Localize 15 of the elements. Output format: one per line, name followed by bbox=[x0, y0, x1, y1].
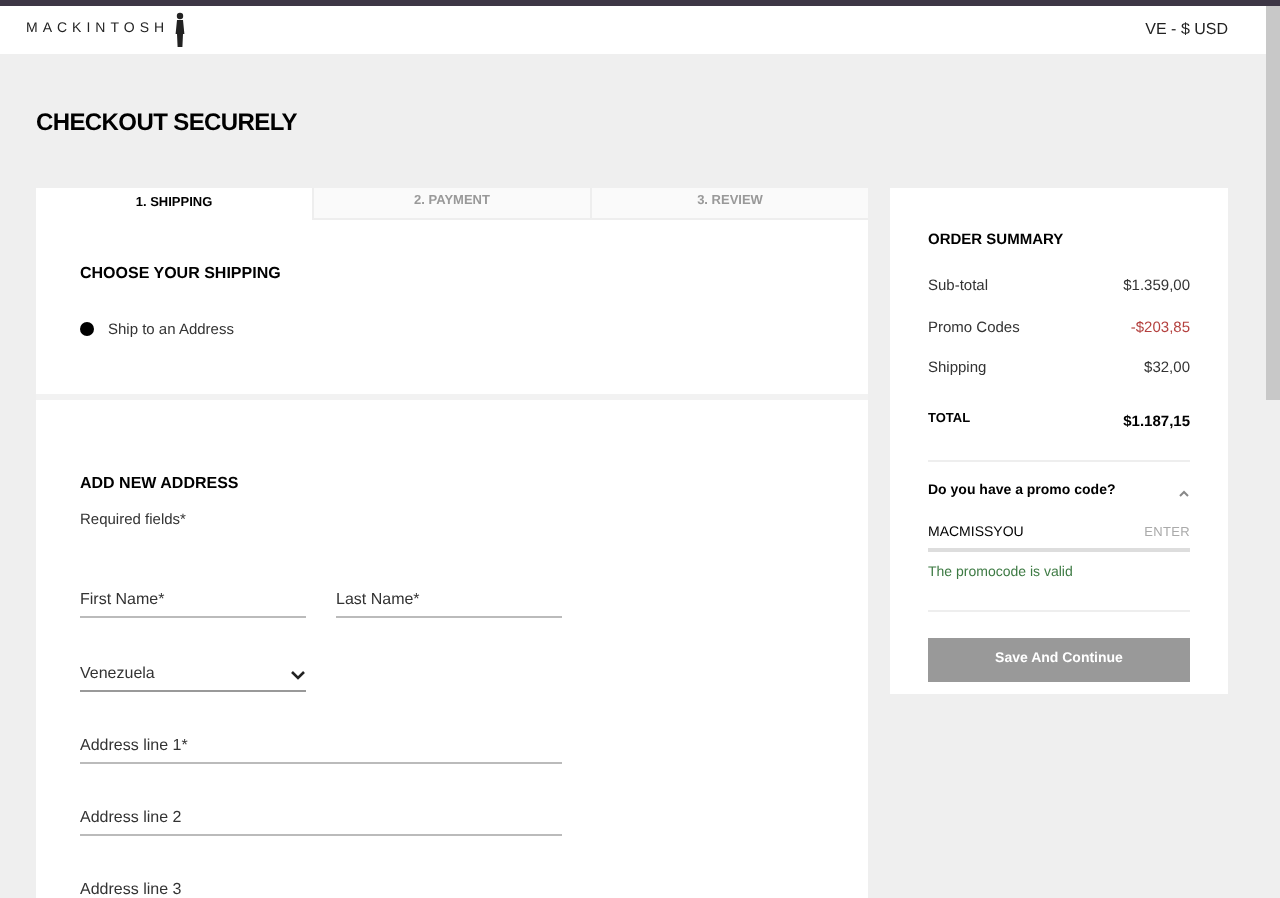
locale-selector[interactable]: VE - $ USD bbox=[1145, 18, 1228, 42]
figure-icon bbox=[173, 12, 186, 48]
page-title: CHECKOUT SECURELY bbox=[36, 106, 299, 140]
input-field[interactable]: Address line 3 bbox=[80, 878, 562, 898]
chevron-up-icon bbox=[1178, 489, 1190, 497]
section-heading: CHOOSE YOUR SHIPPING bbox=[80, 261, 283, 285]
country-select[interactable]: Venezuela bbox=[80, 662, 306, 692]
input-field[interactable]: Address line 2 bbox=[80, 806, 562, 836]
chevron-down-icon bbox=[290, 669, 306, 679]
input-field[interactable]: Last Name* bbox=[336, 588, 562, 618]
section-heading: ADD NEW ADDRESS bbox=[80, 471, 241, 496]
input-field[interactable]: First Name* bbox=[80, 588, 306, 618]
input-field[interactable]: Address line 1* bbox=[80, 734, 562, 764]
scrollbar[interactable] bbox=[1266, 6, 1280, 400]
radio-button[interactable] bbox=[80, 321, 94, 336]
